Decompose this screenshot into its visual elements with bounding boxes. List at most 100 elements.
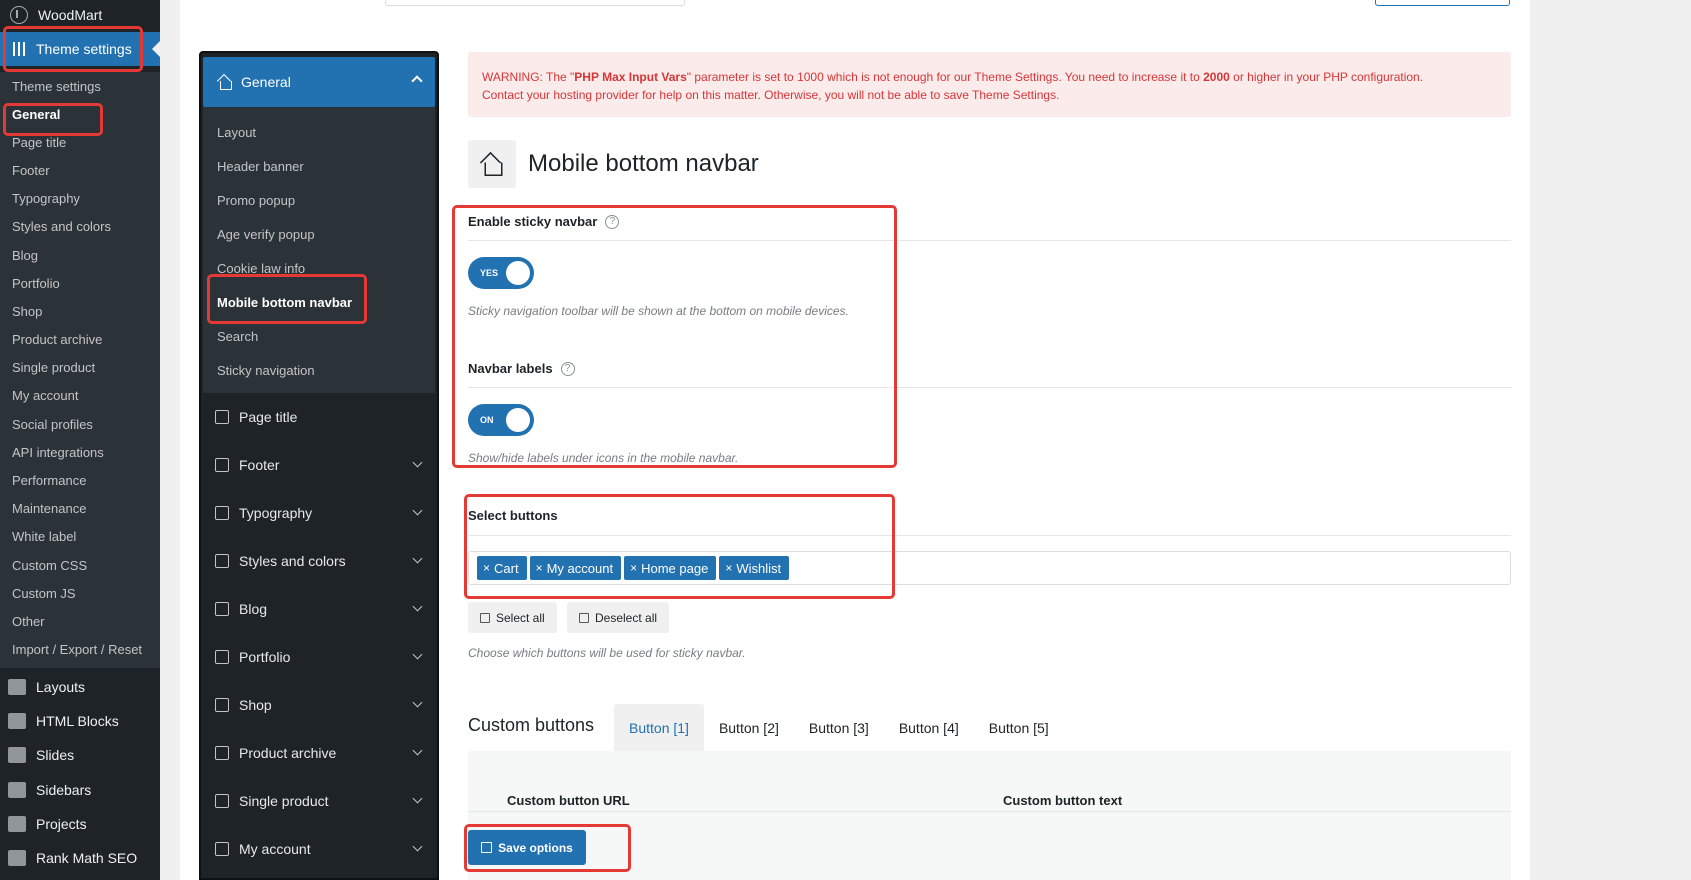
page-header: Mobile bottom navbar [468,140,759,188]
submenu-item-general[interactable]: General [0,100,160,128]
chevron-down-icon [412,601,423,612]
menu-woodmart[interactable]: WoodMart [0,0,160,30]
nav-section-my-account[interactable]: My account [201,825,437,873]
nav-section-portfolio[interactable]: Portfolio [201,633,437,681]
nav-section-label: Single product [239,793,329,809]
submenu-item[interactable]: Other [0,607,160,635]
tag-label: Home page [641,560,709,576]
warning-line-1: WARNING: The "PHP Max Input Vars" parame… [482,68,1497,86]
remove-tag-icon[interactable]: × [630,561,637,575]
submenu-item[interactable]: Theme settings [0,72,160,100]
tab-button-3[interactable]: Button [3] [794,704,884,751]
nav-section-product-archive[interactable]: Product archive [201,729,437,777]
nav-section-single-product[interactable]: Single product [201,777,437,825]
submenu-item[interactable]: Social profiles [0,410,160,438]
submenu-item[interactable]: Performance [0,466,160,494]
submenu-item[interactable]: Product archive [0,326,160,354]
field-label: Select buttons [468,508,558,523]
warning-value: 2000 [1203,70,1230,84]
nav-subitem[interactable]: Sticky navigation [203,353,435,387]
layers-icon [8,679,26,696]
menu-label: Sidebars [36,781,92,798]
nav-subitem[interactable]: Search [203,319,435,353]
custom-button-panel [468,751,1511,880]
submenu-item[interactable]: Single product [0,354,160,382]
menu-woodmart-label: WoodMart [38,7,103,23]
nav-section-blog[interactable]: Blog [201,585,437,633]
navbar-labels-toggle[interactable]: ON [468,404,534,436]
sticky-navbar-toggle[interactable]: YES [468,257,534,289]
chevron-down-icon [412,505,423,516]
nav-subitem[interactable]: Layout [203,115,435,149]
nav-section-label: My account [239,841,311,857]
nav-section-page-title[interactable]: Page title [201,393,437,441]
nav-section-footer[interactable]: Footer [201,441,437,489]
nav-subitem[interactable]: Header banner [203,149,435,183]
briefcase-icon [215,650,229,664]
nav-section-styles-colors[interactable]: Styles and colors [201,537,437,585]
submenu-item[interactable]: My account [0,382,160,410]
menu-layouts[interactable]: Layouts [0,670,160,704]
save-options-button[interactable]: Save options [468,830,586,865]
custom-buttons-title: Custom buttons [468,715,595,735]
divider [468,240,1511,241]
menu-html-blocks[interactable]: HTML Blocks [0,704,160,738]
nav-section-label: General [241,74,291,90]
nav-subitem-mobile-bottom-navbar[interactable]: Mobile bottom navbar [203,285,435,319]
tab-button-1[interactable]: Button [1] [614,704,704,751]
nav-section-general[interactable]: General [203,57,435,107]
remove-tag-icon[interactable]: × [483,561,490,575]
archive-icon [215,746,229,760]
submenu-item[interactable]: Maintenance [0,495,160,523]
code-block-icon [8,713,26,730]
submenu-item[interactable]: Custom JS [0,579,160,607]
tag-my-account[interactable]: × My account [529,556,622,580]
menu-slides[interactable]: Slides [0,738,160,772]
help-icon[interactable]: ? [605,214,620,229]
navbar-labels-title: Navbar labels? [468,361,575,376]
nav-section-shop[interactable]: Shop [201,681,437,729]
submenu-item[interactable]: Import / Export / Reset [0,636,160,664]
menu-theme-settings-label: Theme settings [36,41,132,57]
remove-tag-icon[interactable]: × [536,561,543,575]
nav-section-typography[interactable]: Typography [201,489,437,537]
submenu-item[interactable]: Styles and colors [0,213,160,241]
submenu-item[interactable]: Page title [0,128,160,156]
nav-subitem[interactable]: Cookie law info [203,251,435,285]
toggle-label: ON [480,415,494,425]
warning-text: or higher in your PHP configuration. [1229,70,1424,84]
help-icon[interactable]: ? [560,361,575,376]
nav-subitem[interactable]: Age verify popup [203,217,435,251]
submenu-item[interactable]: API integrations [0,438,160,466]
sidebar-icon [8,781,26,798]
submenu-item[interactable]: Typography [0,185,160,213]
sticky-navbar-description: Sticky navigation toolbar will be shown … [468,304,849,318]
submenu-item[interactable]: White label [0,523,160,551]
submenu-item[interactable]: Shop [0,297,160,325]
nav-subitem[interactable]: Promo popup [203,183,435,217]
menu-sidebars[interactable]: Sidebars [0,773,160,807]
chevron-down-icon [412,793,423,804]
menu-rank-math-seo[interactable]: Rank Math SEO [0,841,160,875]
tag-label: Wishlist [736,560,782,576]
remove-tag-icon[interactable]: × [725,561,732,575]
submenu-item[interactable]: Blog [0,241,160,269]
deselect-all-button[interactable]: Deselect all [567,602,670,633]
tag-home-page[interactable]: × Home page [624,556,717,580]
submenu-item[interactable]: Custom CSS [0,551,160,579]
warning-param: PHP Max Input Vars [574,70,687,84]
tab-button-4[interactable]: Button [4] [884,704,974,751]
buttons-multiselect[interactable]: × Cart × My account × Home page × Wishlist [468,551,1511,585]
menu-projects[interactable]: Projects [0,807,160,841]
divider [468,811,1511,812]
nav-section-label: Styles and colors [239,553,346,569]
menu-theme-settings[interactable]: Theme settings [0,32,160,66]
select-all-button[interactable]: Select all [468,602,557,633]
tab-button-2[interactable]: Button [2] [704,704,794,751]
tag-cart[interactable]: × Cart [477,556,527,580]
submenu-item[interactable]: Footer [0,156,160,184]
select-buttons-title: Select buttons [468,508,558,523]
submenu-item[interactable]: Portfolio [0,269,160,297]
tab-button-5[interactable]: Button [5] [974,704,1064,751]
tag-wishlist[interactable]: × Wishlist [719,556,790,580]
